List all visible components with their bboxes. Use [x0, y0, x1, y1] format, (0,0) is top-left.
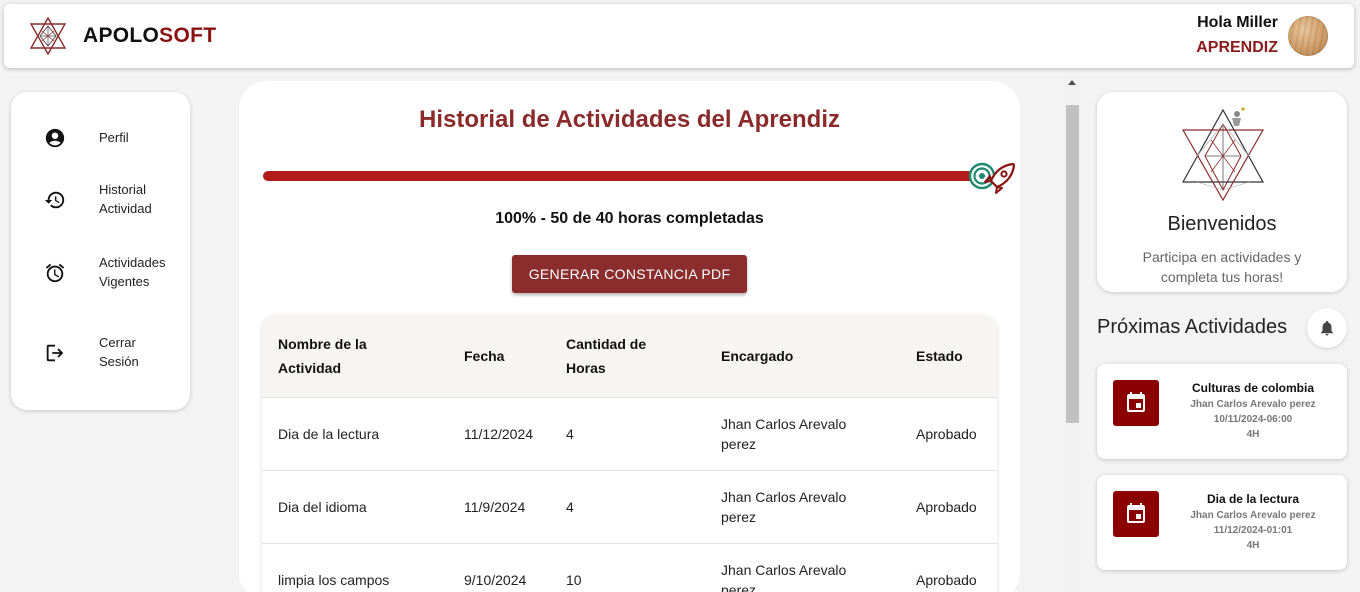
sidebar-item-label: Perfil	[99, 130, 129, 145]
welcome-subtitle-line1: Participa en actividades y	[1142, 249, 1302, 265]
upcoming-activities-title: Próximas Actividades	[1097, 316, 1288, 338]
greeting-text: Hola Miller	[1197, 14, 1278, 31]
table-header-row: Nombre de la Actividad Fecha Cantidad de…	[262, 315, 997, 397]
rocket-icon	[984, 162, 1016, 194]
sidebar-item-actividades-vigentes[interactable]: Actividades Vigentes	[11, 253, 190, 297]
progress-bar-fill	[263, 171, 983, 181]
column-header-nombre: Nombre de la Actividad	[278, 335, 367, 376]
brand-name-part1: APOLO	[83, 24, 160, 47]
cell-fecha: 11/9/2024	[448, 469, 550, 543]
activity-person: Jhan Carlos Arevalo perez	[1190, 510, 1316, 521]
activity-hours: 4H	[1246, 540, 1260, 551]
cell-estado: Aprobado	[900, 469, 997, 543]
sidebar-label-line2: Actividad	[99, 201, 152, 216]
scroll-up-arrow-icon[interactable]	[1068, 80, 1076, 85]
apolosoft-emblem-icon	[1181, 107, 1265, 202]
user-greeting: Hola Miller APRENDIZ	[1196, 14, 1278, 57]
sidebar-nav: Perfil Historial Actividad Actividades V…	[11, 92, 190, 410]
table-row: Dia de la lectura 11/12/2024 4 Jhan Carl…	[262, 396, 997, 470]
sidebar-item-cerrar-sesion[interactable]: Cerrar Sesión	[11, 333, 190, 377]
sidebar-item-label: Actividades Vigentes	[99, 253, 185, 291]
cell-horas: 4	[550, 469, 705, 543]
cell-estado: Aprobado	[900, 542, 997, 592]
user-role: APRENDIZ	[1196, 39, 1278, 56]
cell-nombre: limpia los campos	[262, 542, 448, 592]
calendar-icon-badge	[1113, 380, 1159, 426]
welcome-title: Bienvenidos	[1167, 213, 1277, 235]
activity-history-panel: Historial de Actividades del Aprendiz 10…	[239, 81, 1020, 592]
cell-fecha: 11/12/2024	[448, 396, 550, 470]
activity-datetime: 11/12/2024-01:01	[1213, 525, 1293, 536]
calendar-icon	[1127, 392, 1145, 412]
sidebar-label-line1: Historial	[99, 182, 146, 197]
cell-fecha: 9/10/2024	[448, 542, 550, 592]
calendar-icon	[1127, 503, 1145, 523]
brand-name: APOLOSOFT	[83, 24, 216, 48]
column-header-encargado: Encargado	[721, 347, 794, 364]
bell-icon	[1321, 320, 1333, 336]
sidebar-label-line2: Sesión	[99, 354, 139, 369]
activity-details: Culturas de colombia Jhan Carlos Arevalo…	[1159, 381, 1347, 441]
history-icon	[44, 191, 65, 209]
alarm-icon	[45, 263, 65, 283]
main-scrollbar[interactable]	[1064, 76, 1081, 592]
user-avatar[interactable]	[1288, 16, 1328, 56]
activities-table-container: Nombre de la Actividad Fecha Cantidad de…	[262, 315, 997, 592]
activity-name: Culturas de colombia	[1191, 381, 1315, 395]
cell-horas: 4	[550, 396, 705, 470]
upcoming-activity-card[interactable]: Dia de la lectura Jhan Carlos Arevalo pe…	[1097, 475, 1347, 570]
cell-horas: 10	[550, 542, 705, 592]
welcome-subtitle: Participa en actividades y completa tus …	[1097, 247, 1347, 287]
welcome-subtitle-line2: completa tus horas!	[1160, 269, 1284, 285]
activity-name: Dia de la lectura	[1206, 492, 1300, 506]
sidebar-item-historial[interactable]: Historial Actividad	[11, 180, 190, 224]
brand-name-part2: SOFT	[159, 24, 217, 47]
table-row: Dia del idioma 11/9/2024 4 Jhan Carlos A…	[262, 469, 997, 543]
table-row: limpia los campos 9/10/2024 10 Jhan Carl…	[262, 542, 997, 592]
activity-datetime: 10/11/2024-06:00	[1213, 414, 1293, 425]
sidebar-item-label: Cerrar Sesión	[99, 333, 185, 371]
sidebar-label-line1: Actividades	[99, 255, 166, 270]
sidebar-item-label: Historial Actividad	[99, 180, 185, 218]
cell-encargado: Jhan Carlos Arevalo perez	[705, 469, 900, 543]
cell-nombre: Dia del idioma	[262, 469, 448, 543]
logout-icon	[46, 344, 64, 362]
cell-estado: Aprobado	[900, 396, 997, 470]
sidebar-item-perfil[interactable]: Perfil	[11, 126, 190, 166]
upcoming-activity-card[interactable]: Culturas de colombia Jhan Carlos Arevalo…	[1097, 364, 1347, 459]
apolosoft-logo-icon[interactable]	[28, 16, 68, 56]
activity-details: Dia de la lectura Jhan Carlos Arevalo pe…	[1159, 492, 1347, 552]
hours-progress-bar	[263, 171, 983, 181]
cell-nombre: Dia de la lectura	[262, 396, 448, 470]
page-title: Historial de Actividades del Aprendiz	[419, 106, 840, 133]
column-header-horas: Cantidad de Horas	[566, 335, 647, 376]
activities-table: Nombre de la Actividad Fecha Cantidad de…	[262, 315, 997, 592]
account-circle-icon	[45, 128, 65, 148]
column-header-fecha: Fecha	[464, 347, 505, 364]
calendar-icon-badge	[1113, 491, 1159, 537]
cell-encargado: Jhan Carlos Arevalo perez	[705, 542, 900, 592]
column-header-estado: Estado	[916, 347, 963, 364]
progress-text: 100% - 50 de 40 horas completadas	[495, 210, 764, 227]
scrollbar-thumb[interactable]	[1066, 105, 1079, 423]
sidebar-label-line1: Cerrar	[99, 335, 136, 350]
cell-encargado: Jhan Carlos Arevalo perez	[705, 396, 900, 470]
sidebar-label-line2: Vigentes	[99, 274, 150, 289]
top-app-bar: APOLOSOFT Hola Miller APRENDIZ	[4, 4, 1354, 68]
activity-hours: 4H	[1246, 429, 1260, 440]
notifications-button[interactable]	[1307, 308, 1347, 348]
welcome-card: Bienvenidos Participa en actividades y c…	[1097, 92, 1347, 292]
generate-pdf-button[interactable]: GENERAR CONSTANCIA PDF	[512, 255, 747, 293]
activity-person: Jhan Carlos Arevalo perez	[1190, 399, 1316, 410]
